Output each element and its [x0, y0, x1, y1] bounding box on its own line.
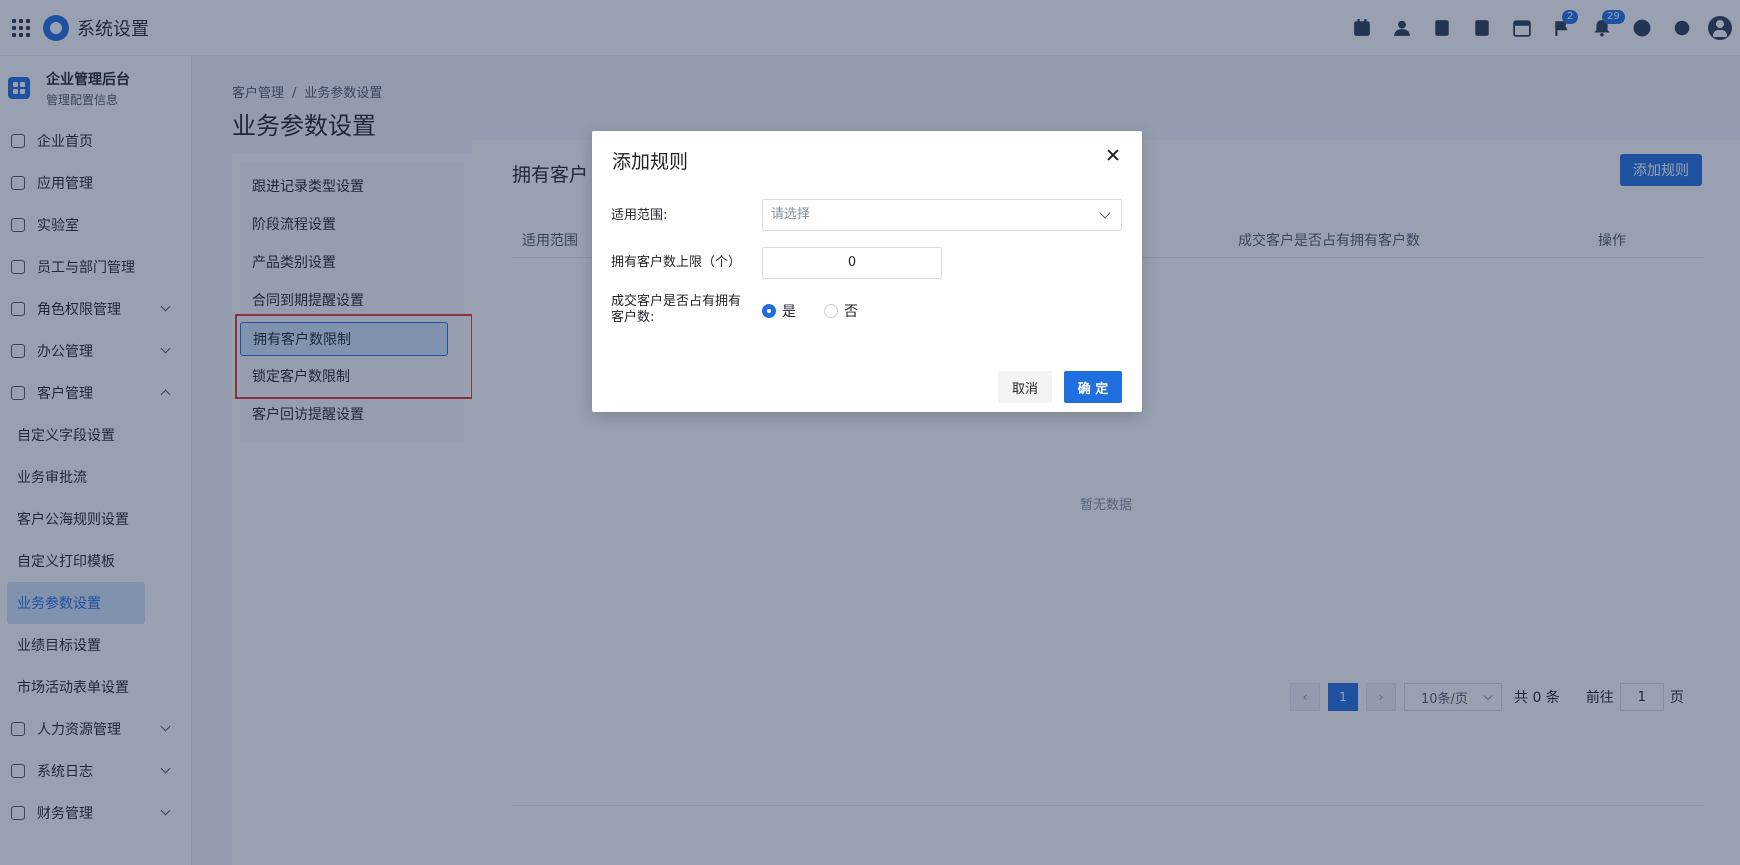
limit-input[interactable]: 0 — [762, 247, 942, 279]
confirm-button[interactable]: 确 定 — [1064, 371, 1122, 403]
modal-overlay[interactable] — [0, 0, 1740, 865]
radio-no[interactable]: 否 — [824, 301, 858, 321]
add-rule-dialog: 添加规则 适用范围: 请选择 拥有客户数上限（个） 0 成交客户是否占有拥有 客… — [592, 131, 1142, 412]
dialog-title: 添加规则 — [612, 151, 689, 173]
close-icon[interactable] — [1104, 147, 1122, 165]
chevron-down-icon — [1099, 207, 1111, 219]
occupy-label-line2: 客户数: — [611, 310, 655, 325]
scope-label: 适用范围: — [611, 208, 668, 223]
limit-label: 拥有客户数上限（个） — [611, 255, 742, 270]
scope-select[interactable]: 请选择 — [762, 199, 1122, 231]
radio-unchecked-icon — [824, 304, 838, 318]
scope-placeholder: 请选择 — [771, 207, 811, 222]
radio-yes[interactable]: 是 — [762, 301, 796, 321]
cancel-button[interactable]: 取消 — [998, 371, 1052, 403]
radio-checked-icon — [762, 304, 776, 318]
occupy-label-line1: 成交客户是否占有拥有 — [611, 294, 742, 309]
